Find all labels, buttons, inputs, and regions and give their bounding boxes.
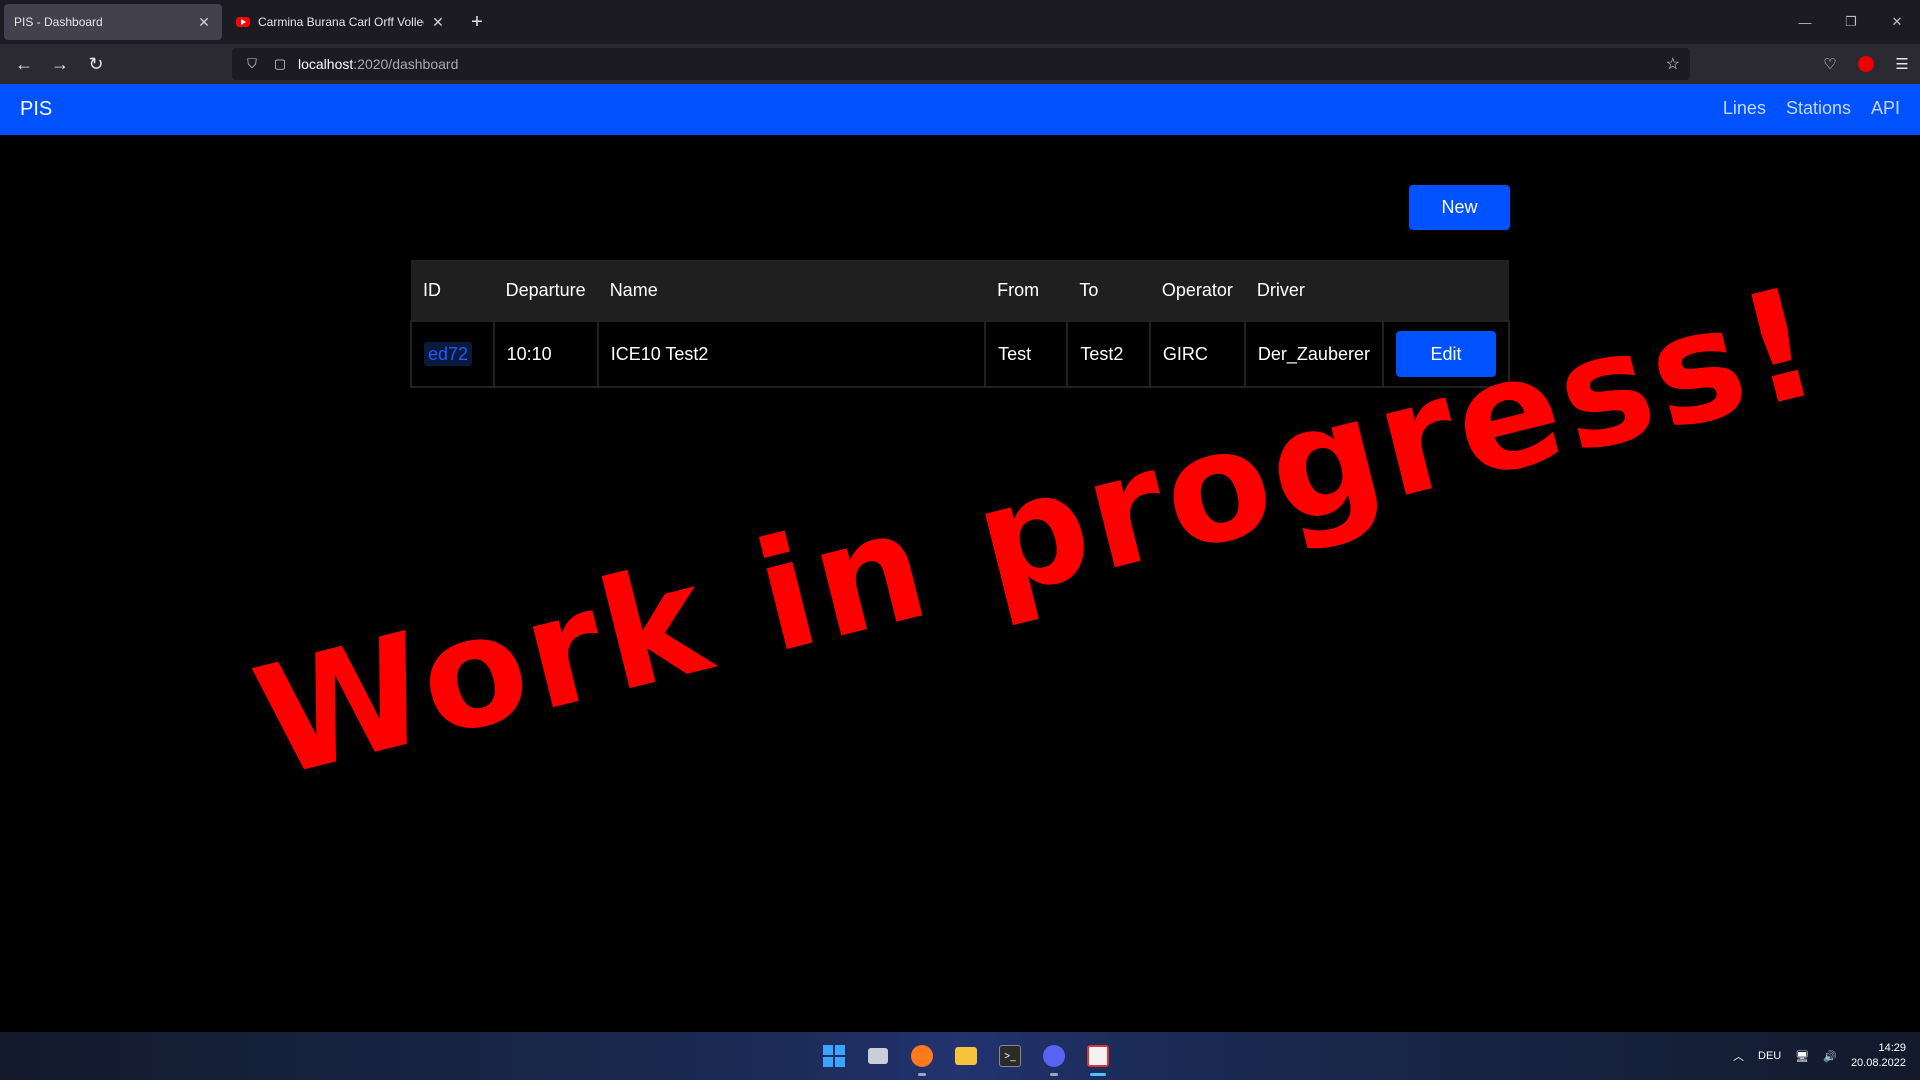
volume-icon[interactable]: 🔊	[1823, 1050, 1837, 1063]
toolbar-right: ♡ ☰	[1812, 44, 1920, 84]
extension-icon[interactable]	[1848, 46, 1884, 82]
terminal-icon[interactable]: >_	[988, 1032, 1032, 1080]
browser-nav-bar: ← → ↻ ⛉ ▢ localhost:2020/dashboard ☆ ♡ ☰	[0, 44, 1920, 84]
taskbar: >_ ︿ DEU 🖥 🔊 14:29 20.08.2022	[0, 1032, 1920, 1080]
column-header-from: From	[997, 279, 1040, 300]
start-icon[interactable]	[812, 1032, 856, 1080]
column-header-to: To	[1079, 279, 1099, 300]
app-header: PIS Lines Stations API	[0, 84, 1920, 135]
url-host: localhost	[298, 56, 354, 72]
cell-name: ICE10 Test2	[596, 320, 987, 388]
restore-icon[interactable]: ❐	[1828, 0, 1874, 44]
nav-link-api[interactable]: API	[1871, 98, 1900, 119]
new-button[interactable]: New	[1409, 185, 1510, 230]
chevron-up-icon[interactable]: ︿	[1733, 1048, 1744, 1064]
system-tray: ︿ DEU 🖥 🔊 14:29 20.08.2022	[1733, 1032, 1906, 1080]
back-icon[interactable]: ←	[6, 46, 42, 82]
clock-date: 20.08.2022	[1850, 1057, 1906, 1069]
nav-link-stations[interactable]: Stations	[1786, 98, 1851, 119]
youtube-icon	[236, 17, 250, 27]
task-view-icon[interactable]	[856, 1032, 900, 1080]
column-header-name: Name	[609, 279, 658, 300]
cell-to: Test2	[1066, 320, 1151, 388]
forward-icon[interactable]: →	[42, 46, 78, 82]
close-tab-icon[interactable]: ✕	[196, 14, 212, 31]
menu-icon[interactable]: ☰	[1884, 46, 1920, 82]
paint-app-icon[interactable]	[1076, 1032, 1120, 1080]
tab-pis-dashboard[interactable]: PIS - Dashboard ✕	[4, 4, 222, 40]
cell-operator: GIRC	[1148, 320, 1246, 388]
column-header-departure: Departure	[505, 279, 586, 300]
column-header-operator: Operator	[1161, 279, 1233, 300]
clock-time: 14:29	[1878, 1042, 1906, 1054]
file-explorer-icon[interactable]	[944, 1032, 988, 1080]
firefox-icon[interactable]	[900, 1032, 944, 1080]
url-path: :2020/dashboard	[353, 56, 459, 72]
tab-title: Carmina Burana Carl Orff Vollec	[258, 15, 424, 29]
nav-link-lines[interactable]: Lines	[1723, 98, 1766, 119]
id-link[interactable]: ed72	[424, 341, 473, 366]
browser-tab-bar: PIS - Dashboard ✕ Carmina Burana Carl Or…	[0, 0, 1920, 44]
discord-icon[interactable]	[1032, 1032, 1076, 1080]
reload-icon[interactable]: ↻	[78, 46, 114, 82]
pocket-icon[interactable]: ♡	[1812, 46, 1848, 82]
column-header-id: ID	[423, 279, 441, 300]
column-header-actions	[1383, 260, 1509, 321]
page-icon: ▢	[273, 56, 287, 71]
url-bar[interactable]: ⛉ ▢ localhost:2020/dashboard ☆	[232, 48, 1690, 80]
taskbar-apps: >_	[812, 1032, 1120, 1080]
new-tab-button[interactable]: +	[460, 4, 494, 40]
column-header-driver: Driver	[1256, 279, 1305, 300]
app-nav: Lines Stations API	[1723, 98, 1900, 119]
window-controls: — ❐ ✕	[1782, 0, 1920, 44]
close-tab-icon[interactable]: ✕	[430, 14, 446, 31]
cell-from: Test	[984, 320, 1069, 388]
table-header-row: ID Departure Name From To Operator Drive…	[411, 260, 1509, 321]
minimize-icon[interactable]: —	[1782, 0, 1828, 44]
tab-title: PIS - Dashboard	[14, 15, 103, 29]
close-window-icon[interactable]: ✕	[1874, 0, 1920, 44]
app-brand[interactable]: PIS	[20, 98, 52, 121]
tab-youtube[interactable]: Carmina Burana Carl Orff Vollec ✕	[226, 4, 456, 40]
shield-icon[interactable]: ⛉	[242, 56, 262, 72]
cell-id: ed72	[410, 320, 495, 388]
bookmark-star-icon[interactable]: ☆	[1666, 54, 1680, 74]
language-indicator[interactable]: DEU	[1758, 1050, 1781, 1062]
cell-departure: 10:10	[492, 320, 599, 388]
clock[interactable]: 14:29 20.08.2022	[1851, 1041, 1906, 1071]
network-icon[interactable]: 🖥	[1795, 1050, 1809, 1063]
